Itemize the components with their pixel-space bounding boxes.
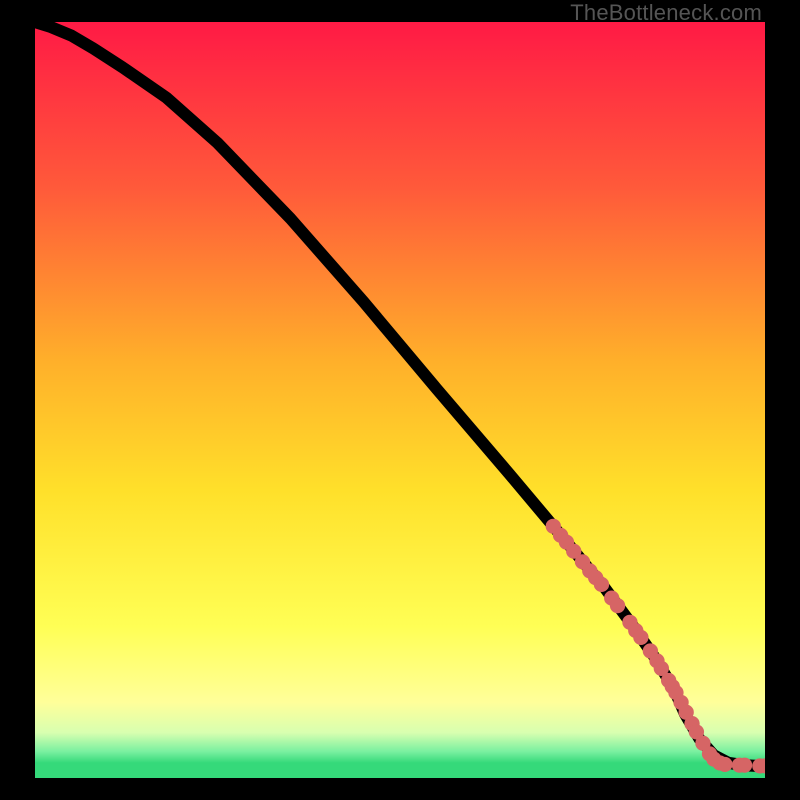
data-marker: [633, 630, 648, 645]
chart-stage: TheBottleneck.com: [0, 0, 800, 800]
plot-svg: [35, 22, 765, 778]
data-marker: [737, 758, 752, 773]
data-marker: [717, 757, 732, 772]
plot-area: [35, 22, 765, 778]
data-marker: [594, 577, 609, 592]
data-marker: [610, 598, 625, 613]
